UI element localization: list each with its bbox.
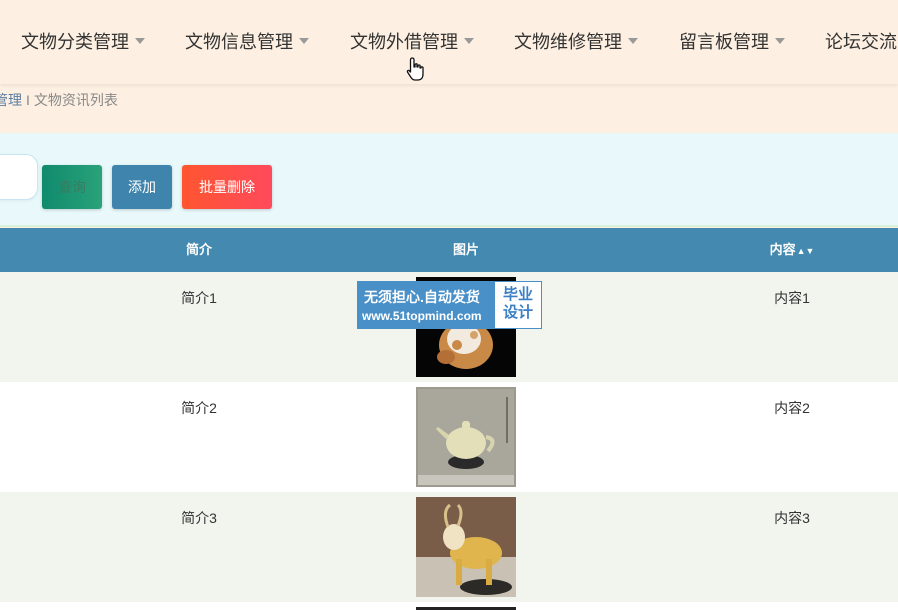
table-row: 简介3 内容3: [0, 492, 898, 602]
table-header: 简介 图片 内容▲▼: [0, 228, 898, 272]
watermark-label-top: 毕业: [502, 286, 533, 303]
nav-item-guestbook[interactable]: 留言板管理: [679, 29, 785, 55]
bulk-delete-button[interactable]: 批量删除: [182, 165, 272, 209]
search-input[interactable]: [0, 154, 38, 200]
watermark-label-bottom: 设计: [502, 304, 533, 321]
watermark-line2: www.51topmind.com: [362, 309, 482, 323]
table-row: 简介2 内容2: [0, 382, 898, 492]
artifact-image-art: [416, 387, 516, 487]
breadcrumb-separator: I: [26, 92, 30, 108]
caret-down-icon: [299, 38, 309, 45]
cell-content: 内容3: [774, 510, 810, 526]
nav-item-label: 文物外借管理: [350, 32, 458, 52]
nav-item-forum[interactable]: 论坛交流: [825, 29, 897, 55]
nav-item-label: 论坛交流: [825, 32, 897, 52]
breadcrumb-current: 文物资讯列表: [33, 92, 118, 108]
nav-item-category[interactable]: 文物分类管理: [21, 29, 145, 55]
watermark-line1: 无须担心.自动发货: [364, 289, 480, 305]
watermark-label: 毕业 设计: [495, 282, 541, 328]
column-header-content[interactable]: 内容▲▼: [732, 228, 852, 272]
breadcrumb: 管理 I 文物资讯列表: [0, 90, 118, 110]
table-row: [0, 602, 898, 610]
sort-icon[interactable]: ▲▼: [797, 246, 815, 256]
caret-down-icon: [775, 38, 785, 45]
nav-item-repair[interactable]: 文物维修管理: [514, 29, 638, 55]
query-button[interactable]: 查询: [42, 165, 102, 209]
cell-content: 内容2: [774, 400, 810, 416]
cell-content: 内容1: [774, 290, 810, 306]
hand-cursor-icon: [406, 57, 424, 81]
nav-item-label: 文物分类管理: [21, 32, 129, 52]
cell-intro: 简介3: [181, 510, 217, 526]
watermark-text-block: 无须担心.自动发货 www.51topmind.com: [358, 282, 493, 328]
artifact-goat-statue-image[interactable]: [416, 497, 516, 597]
caret-down-icon: [135, 38, 145, 45]
caret-down-icon: [628, 38, 638, 45]
watermark-badge: 无须担心.自动发货 www.51topmind.com 毕业 设计: [357, 281, 542, 329]
column-header-content-label: 内容: [769, 242, 796, 257]
breadcrumb-parent[interactable]: 管理: [0, 92, 22, 108]
nav-item-label: 文物维修管理: [514, 32, 622, 52]
cell-intro: 简介1: [181, 290, 217, 306]
cell-intro: 简介2: [181, 400, 217, 416]
nav-item-info[interactable]: 文物信息管理: [185, 29, 309, 55]
caret-down-icon: [464, 38, 474, 45]
nav-item-label: 文物信息管理: [185, 32, 293, 52]
column-header-image: 图片: [452, 242, 479, 257]
search-bar: 查询 添加 批量删除: [0, 133, 898, 227]
artifact-image-art: [416, 497, 516, 597]
column-header-intro: 简介: [185, 242, 212, 257]
artifact-jade-teapot-image[interactable]: [416, 387, 516, 487]
top-nav: 文物分类管理 文物信息管理 文物外借管理 文物维修管理 留言板管理 论坛交流: [0, 0, 898, 84]
nav-item-label: 留言板管理: [679, 32, 769, 52]
add-button[interactable]: 添加: [112, 165, 172, 209]
nav-item-lending[interactable]: 文物外借管理: [350, 29, 474, 55]
